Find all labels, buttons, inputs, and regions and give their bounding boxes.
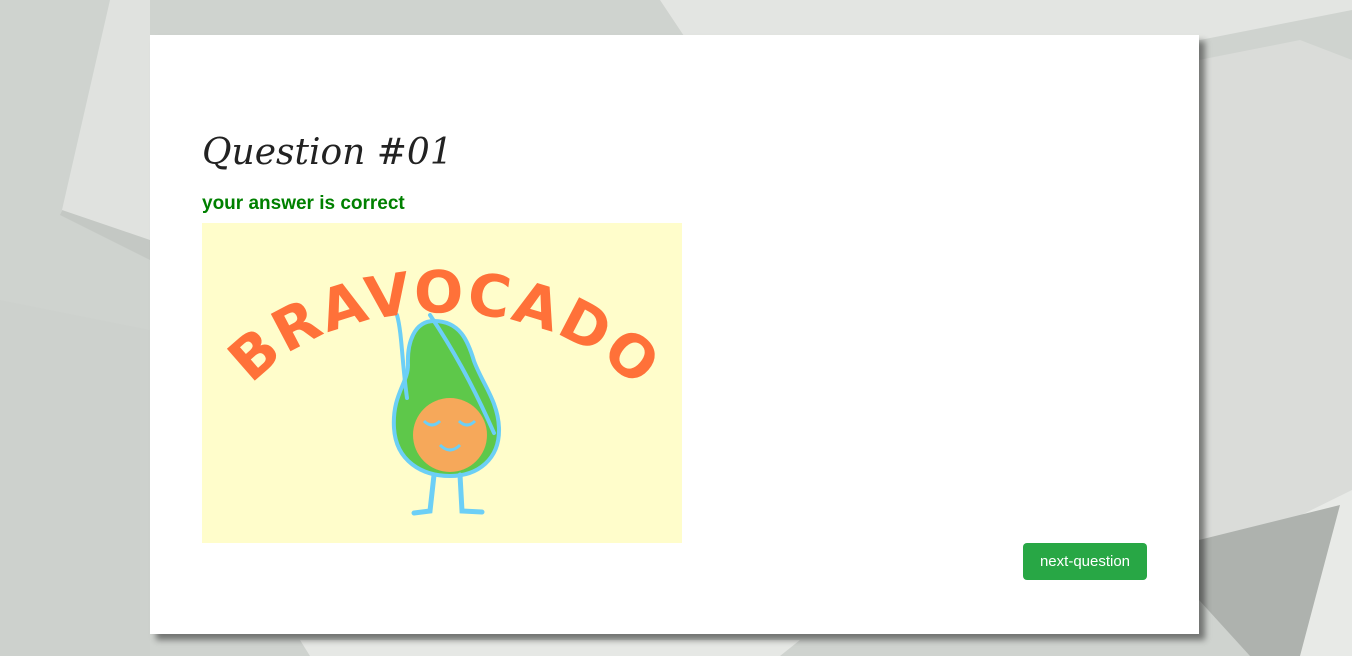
next-question-button[interactable]: next-question: [1023, 543, 1147, 580]
bravocado-image: BRAVOCADO: [202, 223, 682, 543]
avocado-pit: [413, 398, 487, 472]
question-card: Question #01 your answer is correct BRAV…: [150, 35, 1199, 634]
answer-feedback: your answer is correct: [202, 193, 405, 214]
bravocado-illustration: BRAVOCADO: [202, 223, 682, 543]
question-title: Question #01: [202, 132, 453, 173]
